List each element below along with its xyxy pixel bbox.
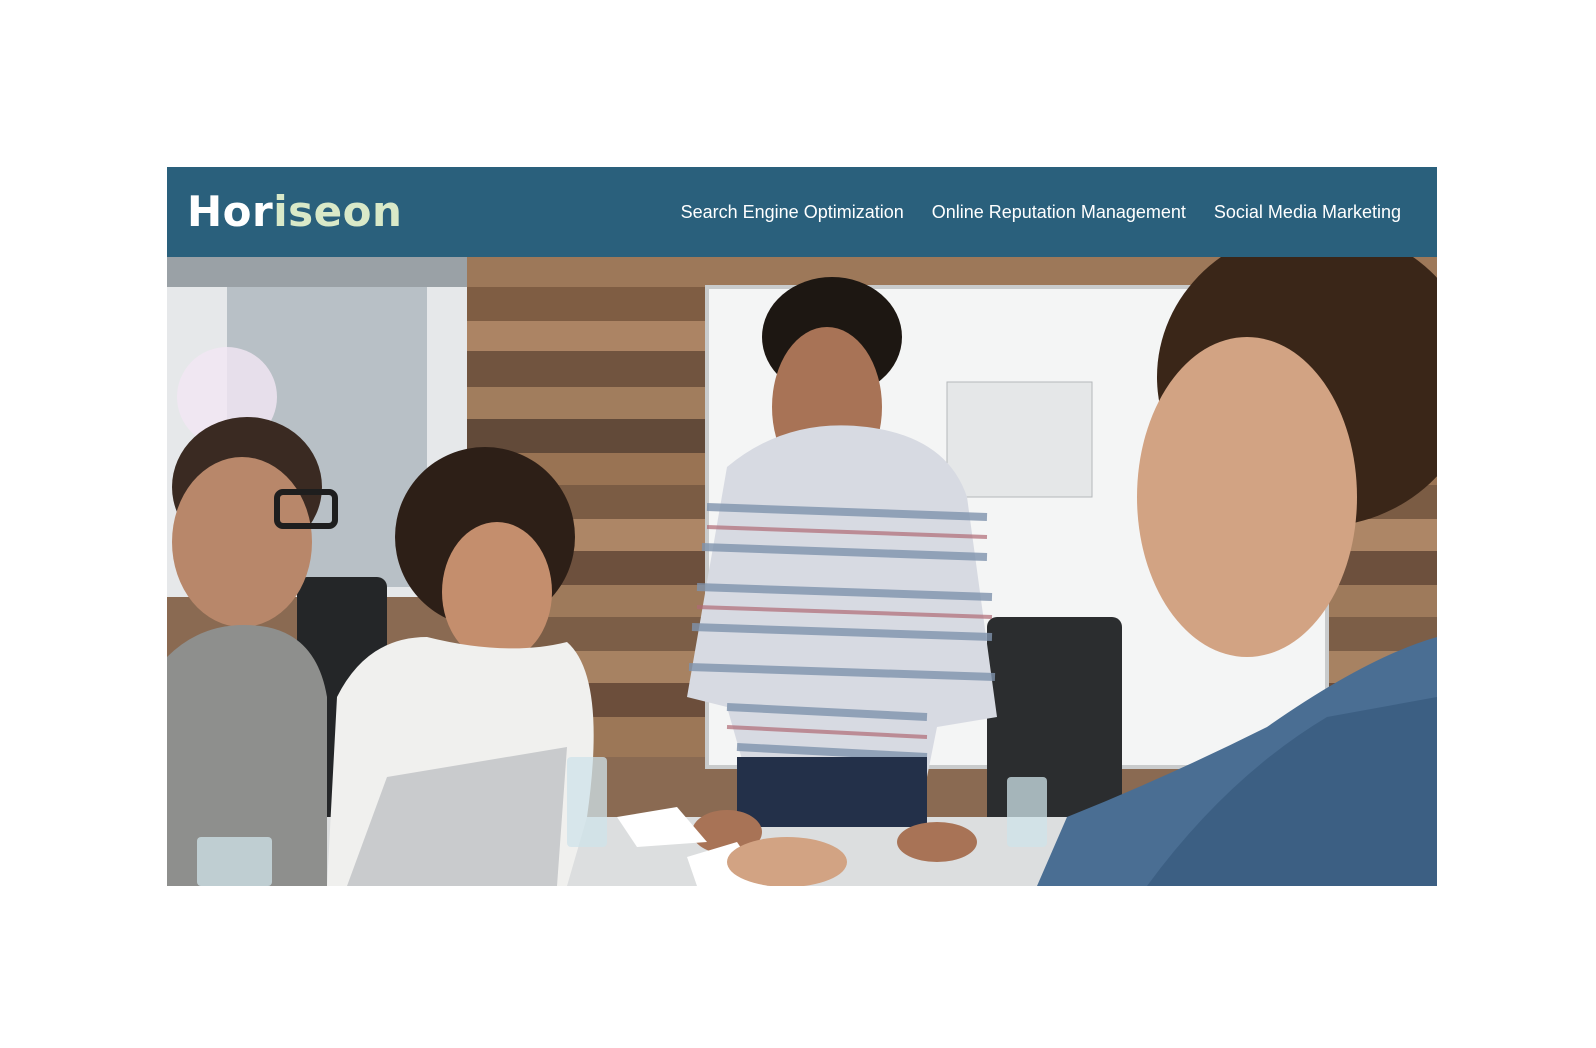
hero-image bbox=[167, 257, 1437, 886]
site-header: Horiseon Search Engine Optimization Onli… bbox=[167, 167, 1437, 257]
main-nav: Search Engine Optimization Online Reputa… bbox=[681, 202, 1401, 223]
hero-photo-illustration bbox=[167, 257, 1437, 886]
site-container: Horiseon Search Engine Optimization Onli… bbox=[167, 167, 1437, 886]
nav-link-seo[interactable]: Search Engine Optimization bbox=[681, 202, 904, 223]
nav-link-social-media[interactable]: Social Media Marketing bbox=[1214, 202, 1401, 223]
nav-link-reputation[interactable]: Online Reputation Management bbox=[932, 202, 1186, 223]
logo[interactable]: Horiseon bbox=[187, 191, 402, 233]
page: Horiseon Search Engine Optimization Onli… bbox=[0, 0, 1596, 1048]
logo-text-main: Hor bbox=[187, 187, 274, 236]
logo-text-accent: iseon bbox=[273, 187, 403, 236]
